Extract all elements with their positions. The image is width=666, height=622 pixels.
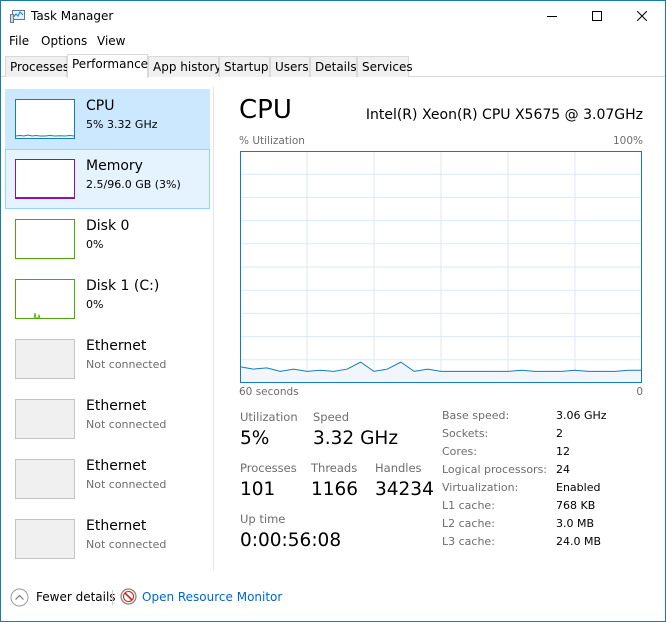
sidebar-item-subtitle: Not connected: [86, 538, 167, 551]
close-icon: [636, 11, 647, 21]
menu-bar: File Options View: [1, 32, 665, 52]
maximize-button[interactable]: [574, 1, 619, 31]
resource-monitor-icon: [120, 588, 137, 605]
maximize-icon: [591, 11, 602, 21]
graph-y-label: % Utilization: [239, 135, 305, 147]
footer-bar: Fewer details Open Resource Monitor: [1, 583, 665, 613]
tab-users[interactable]: Users: [270, 56, 310, 77]
sidebar-item-title: Ethernet: [86, 398, 147, 414]
window-title: Task Manager: [31, 9, 114, 23]
sidebar-item-title: Disk 1 (C:): [86, 278, 160, 294]
spec-label-l3-cache: L3 cache:: [442, 535, 495, 548]
spec-label-cores: Cores:: [442, 445, 477, 458]
graph-x-right-label: 0: [636, 386, 643, 398]
sidebar-item-disk-0[interactable]: Disk 0 0%: [5, 209, 210, 269]
sidebar-item-cpu[interactable]: CPU 5% 3.32 GHz: [5, 89, 210, 149]
processes-label: Processes: [240, 461, 297, 475]
minimize-button[interactable]: [529, 1, 574, 31]
spec-label-virtualization: Virtualization:: [442, 481, 519, 494]
sidebar-item-subtitle: 0%: [86, 298, 104, 311]
sidebar-item-subtitle: Not connected: [86, 418, 167, 431]
tab-app-history[interactable]: App history: [148, 56, 222, 77]
memory-thumbnail-graph: [15, 159, 75, 199]
sidebar-item-subtitle: 2.5/96.0 GB (3%): [86, 178, 181, 191]
ethernet-thumbnail-graph: [15, 519, 75, 559]
tab-performance[interactable]: Performance: [67, 54, 148, 78]
spec-label-l1-cache: L1 cache:: [442, 499, 495, 512]
sidebar-item-ethernet-4[interactable]: Ethernet Not connected: [5, 509, 210, 569]
sidebar-item-title: CPU: [86, 98, 115, 114]
spec-value-l1-cache: 768 KB: [556, 499, 596, 512]
sidebar-item-title: Ethernet: [86, 518, 147, 534]
sidebar-item-memory[interactable]: Memory 2.5/96.0 GB (3%): [5, 149, 210, 209]
footer-divider: [112, 590, 113, 605]
menu-file[interactable]: File: [9, 34, 29, 48]
threads-label: Threads: [311, 461, 358, 475]
uptime-value: 0:00:56:08: [240, 530, 342, 551]
close-button[interactable]: [619, 1, 664, 31]
ethernet-thumbnail-graph: [15, 459, 75, 499]
spec-label-l2-cache: L2 cache:: [442, 517, 495, 530]
spec-value-virtualization: Enabled: [556, 481, 601, 494]
sidebar-item-subtitle: Not connected: [86, 358, 167, 371]
sidebar-item-ethernet-2[interactable]: Ethernet Not connected: [5, 389, 210, 449]
menu-options[interactable]: Options: [41, 34, 87, 48]
cpu-utilization-graph: [240, 151, 642, 383]
spec-label-logical-processors: Logical processors:: [442, 463, 548, 476]
tab-strip: Processes Performance App history Startu…: [1, 54, 665, 78]
sidebar-item-title: Memory: [86, 158, 143, 174]
disk-1-thumbnail-graph: [15, 279, 75, 319]
processes-value: 101: [240, 479, 276, 500]
resource-sidebar: CPU 5% 3.32 GHz Memory 2.5/96.0 GB (3%) …: [5, 87, 211, 571]
graph-y-max-label: 100%: [612, 135, 643, 147]
tab-details[interactable]: Details: [310, 56, 357, 77]
uptime-label: Up time: [240, 512, 286, 526]
handles-value: 34234: [375, 479, 434, 500]
ethernet-thumbnail-graph: [15, 399, 75, 439]
spec-label-base-speed: Base speed:: [442, 409, 510, 422]
tab-processes[interactable]: Processes: [5, 56, 69, 77]
sidebar-item-title: Disk 0: [86, 218, 130, 234]
handles-label: Handles: [375, 461, 422, 475]
open-resource-monitor-link[interactable]: Open Resource Monitor: [142, 590, 282, 604]
spec-value-l2-cache: 3.0 MB: [556, 517, 595, 530]
ethernet-thumbnail-graph: [15, 339, 75, 379]
title-bar: Task Manager: [1, 1, 665, 32]
utilization-value: 5%: [240, 428, 270, 449]
spec-value-sockets: 2: [556, 427, 563, 440]
task-manager-window: Task Manager File Options View Processes…: [0, 0, 666, 622]
sidebar-item-subtitle: 0%: [86, 238, 104, 251]
spec-label-sockets: Sockets:: [442, 427, 489, 440]
sidebar-item-ethernet-3[interactable]: Ethernet Not connected: [5, 449, 210, 509]
spec-value-logical-processors: 24: [556, 463, 570, 476]
threads-value: 1166: [311, 479, 359, 500]
speed-value: 3.32 GHz: [313, 428, 399, 449]
tab-services[interactable]: Services: [357, 56, 413, 77]
graph-x-left-label: 60 seconds: [239, 386, 299, 398]
menu-view[interactable]: View: [97, 34, 125, 48]
chevron-up-circle-icon[interactable]: [10, 588, 29, 607]
sidebar-item-title: Ethernet: [86, 458, 147, 474]
graph-grid: [240, 151, 642, 383]
utilization-label: Utilization: [240, 410, 298, 424]
spec-value-cores: 12: [556, 445, 570, 458]
sidebar-item-ethernet-1[interactable]: Ethernet Not connected: [5, 329, 210, 389]
sidebar-divider: [213, 87, 214, 571]
sidebar-item-title: Ethernet: [86, 338, 147, 354]
disk-0-thumbnail-graph: [15, 219, 75, 259]
fewer-details-button[interactable]: Fewer details: [36, 590, 116, 604]
spec-value-l3-cache: 24.0 MB: [556, 535, 602, 548]
sidebar-item-disk-1[interactable]: Disk 1 (C:) 0%: [5, 269, 210, 329]
tab-startup[interactable]: Startup: [219, 56, 270, 77]
cpu-model-name: Intel(R) Xeon(R) CPU X5675 @ 3.07GHz: [365, 107, 643, 123]
page-title: CPU: [239, 95, 292, 125]
speed-label: Speed: [313, 410, 350, 424]
sidebar-item-subtitle: 5% 3.32 GHz: [86, 118, 158, 131]
sidebar-item-subtitle: Not connected: [86, 478, 167, 491]
cpu-detail-panel: CPU Intel(R) Xeon(R) CPU X5675 @ 3.07GHz…: [239, 91, 643, 571]
cpu-thumbnail-graph: [15, 99, 75, 139]
minimize-icon: [546, 16, 557, 17]
spec-value-base-speed: 3.06 GHz: [556, 409, 607, 422]
task-manager-icon: [10, 10, 25, 23]
